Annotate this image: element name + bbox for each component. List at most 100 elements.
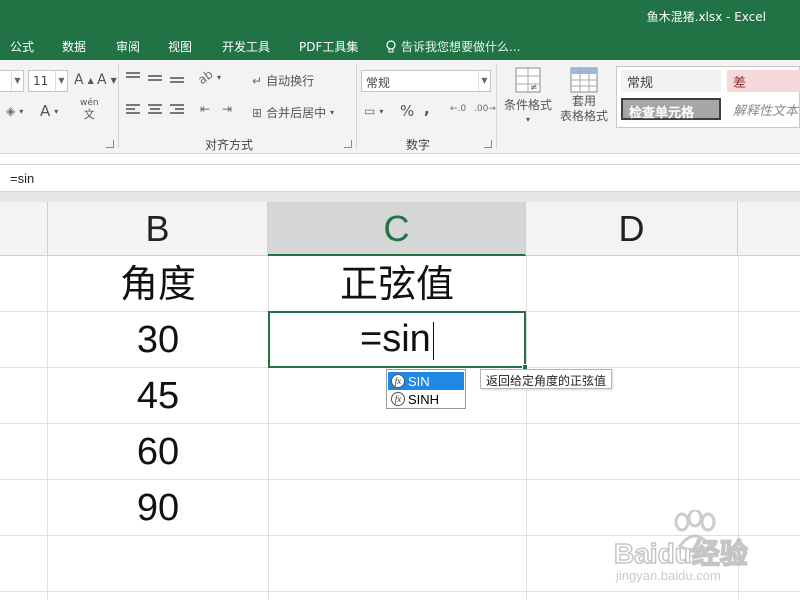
number-format-combo[interactable]: 常规 ▼: [361, 70, 491, 92]
paint-bucket-icon: ◈: [6, 104, 16, 118]
grow-font-glyph: A: [74, 72, 84, 88]
align-center-button[interactable]: [148, 104, 162, 115]
phonetic-button[interactable]: wén 文: [80, 98, 99, 120]
align-bottom-button[interactable]: [170, 72, 184, 83]
increase-decimal-button[interactable]: ←.0: [450, 104, 466, 114]
number-dialog-launcher[interactable]: [484, 140, 492, 148]
tab-data[interactable]: 数据: [62, 38, 86, 55]
svg-text:≠: ≠: [530, 83, 538, 93]
watermark-url: jingyan.baidu.com: [616, 568, 721, 583]
formula-bar[interactable]: =sin: [0, 164, 800, 192]
formula-bar-content[interactable]: =sin: [10, 171, 34, 186]
alignment-dialog-launcher[interactable]: [344, 140, 352, 148]
decrease-decimal-icon: .00→: [474, 104, 496, 114]
text-caret: [432, 321, 435, 360]
comma-glyph: ,: [424, 100, 430, 118]
ribbon: ▼ 11 ▼ A ▲ A ▼ ◈ ▾ A ▾ wén 文 ab ▾ ↵ 自动换行 ⇤ ⇥ ⊞…: [0, 60, 800, 154]
ribbon-tabs: 公式 数据 审阅 视图 开发工具 PDF工具集 告诉我您想要做什么...: [0, 32, 800, 60]
align-center-icon: [148, 104, 162, 115]
shrink-font-button[interactable]: A ▼: [97, 72, 117, 88]
gridline: [526, 256, 527, 600]
merge-center-button[interactable]: ⊞ 合并后居中 ▾: [252, 104, 334, 121]
align-left-icon: [126, 104, 140, 115]
percent-glyph: %: [400, 102, 415, 120]
cell-b-angle-90[interactable]: 90: [48, 480, 268, 536]
autocomplete-item-label: SINH: [408, 391, 440, 407]
style-check-cell[interactable]: 检查单元格: [621, 98, 721, 121]
font-dialog-launcher[interactable]: [106, 140, 114, 148]
chevron-down-icon: ▾: [54, 106, 59, 116]
tab-review[interactable]: 审阅: [116, 38, 140, 55]
function-tooltip: 返回给定角度的正弦值: [480, 369, 613, 389]
column-header-c[interactable]: C: [268, 202, 526, 256]
increase-indent-icon: ⇥: [222, 102, 233, 116]
font-size-value: 11: [33, 74, 49, 88]
font-size-combo[interactable]: 11 ▼: [28, 70, 68, 92]
style-normal[interactable]: 常规: [621, 70, 721, 92]
increase-indent-button[interactable]: ⇥: [222, 102, 232, 116]
autocomplete-item-sinh[interactable]: fx SINH: [388, 390, 464, 408]
accounting-format-button[interactable]: ▭ ▾: [364, 104, 383, 118]
orientation-button[interactable]: ab ▾: [195, 66, 221, 88]
chevron-down-icon: ▾: [216, 72, 221, 82]
format-as-table-button[interactable]: 套用 表格格式: [556, 66, 612, 124]
percent-style-button[interactable]: %: [400, 102, 414, 120]
font-color-button[interactable]: A ▾: [40, 102, 58, 120]
column-header-d[interactable]: D: [526, 202, 738, 256]
tab-view[interactable]: 视图: [168, 38, 192, 55]
chevron-down-icon: ▾: [330, 108, 335, 117]
fill-color-button[interactable]: ◈ ▾: [6, 104, 23, 118]
tab-developer[interactable]: 开发工具: [222, 38, 270, 55]
font-color-glyph: A: [40, 102, 51, 120]
number-format-value: 常规: [366, 76, 391, 90]
decrease-indent-button[interactable]: ⇤: [200, 102, 210, 116]
font-name-combo[interactable]: ▼: [0, 70, 24, 92]
align-bottom-icon: [170, 72, 184, 83]
decrease-indent-icon: ⇤: [200, 102, 211, 116]
wrap-text-button[interactable]: ↵ 自动换行: [252, 72, 314, 89]
style-explanatory[interactable]: 解释性文本: [727, 98, 800, 120]
tab-formulas[interactable]: 公式: [10, 38, 34, 55]
grow-font-button[interactable]: A ▲: [74, 72, 94, 88]
align-right-icon: [170, 104, 184, 115]
chevron-down-icon: ▾: [19, 106, 24, 116]
autocomplete-item-sin[interactable]: fx SIN: [388, 372, 464, 390]
tab-pdf-tools[interactable]: PDF工具集: [299, 38, 358, 55]
conditional-format-button[interactable]: ≠ 条件格式 ▾: [502, 66, 554, 124]
chevron-down-icon: ▼: [478, 71, 490, 91]
cell-b-angle-60[interactable]: 60: [48, 424, 268, 480]
wrap-text-icon: ↵: [252, 73, 263, 88]
orientation-icon: ab: [195, 66, 216, 88]
cell-c-sine-header[interactable]: 正弦值: [268, 256, 526, 312]
align-top-button[interactable]: [126, 72, 140, 83]
group-separator: [496, 64, 497, 148]
title-bar: 鱼木混猪.xlsx - Excel: [0, 0, 800, 32]
column-header-b[interactable]: B: [48, 202, 268, 256]
chevron-down-icon: ▾: [525, 115, 530, 124]
active-cell-editor[interactable]: =sin: [268, 311, 528, 370]
align-middle-button[interactable]: [148, 72, 162, 83]
format-as-table-label-1: 套用: [571, 94, 596, 108]
cell-b-angle-header[interactable]: 角度: [48, 256, 268, 312]
chevron-down-icon: ▼: [55, 71, 67, 91]
tell-me-text: 告诉我您想要做什么...: [401, 40, 521, 54]
baidu-jingyan-watermark: Baidu经验 jingyan.baidu.com: [612, 510, 782, 590]
decrease-decimal-button[interactable]: .00→: [474, 104, 496, 114]
cell-b-angle-45[interactable]: 45: [48, 368, 268, 424]
comma-style-button[interactable]: ,: [424, 100, 430, 118]
align-left-button[interactable]: [126, 104, 140, 115]
style-bad[interactable]: 差: [727, 70, 800, 92]
cell-edit-value: =sin: [360, 318, 431, 360]
number-group-label: 数字: [406, 138, 431, 152]
merge-center-label: 合并后居中: [266, 106, 327, 120]
conditional-format-label: 条件格式: [503, 98, 552, 112]
align-right-button[interactable]: [170, 104, 184, 115]
format-as-table-icon: [570, 67, 598, 93]
tell-me-box[interactable]: 告诉我您想要做什么...: [385, 38, 520, 55]
column-header-e-partial[interactable]: [738, 202, 800, 256]
column-header-partial[interactable]: [0, 202, 48, 256]
increase-decimal-icon: ←.0: [450, 104, 467, 114]
align-top-icon: [126, 72, 140, 83]
wrap-text-label: 自动换行: [266, 74, 315, 88]
cell-b-angle-30[interactable]: 30: [48, 312, 268, 368]
